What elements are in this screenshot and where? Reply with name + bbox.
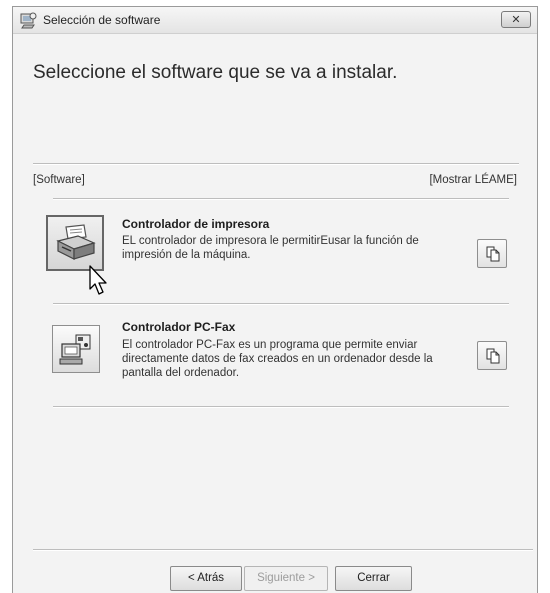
list-bottom-divider <box>53 406 509 408</box>
pc-fax-driver-description: El controlador PC-Fax es un programa que… <box>122 339 433 379</box>
page-heading: Seleccione el software que se va a insta… <box>33 62 398 83</box>
pc-fax-driver-title: Controlador PC-Fax <box>122 320 236 334</box>
readme-column-label: [Mostrar LÉAME] <box>429 174 517 186</box>
printer-driver-title: Controlador de impresora <box>122 217 270 231</box>
document-icon <box>486 246 500 262</box>
printer-driver-readme-button[interactable] <box>477 239 507 268</box>
close-icon: ✕ <box>511 13 521 26</box>
close-button[interactable]: Cerrar <box>335 566 412 591</box>
software-selection-dialog: Selección de software ✕ Seleccione el so… <box>12 6 538 593</box>
next-button[interactable]: Siguiente > <box>244 566 328 591</box>
back-button[interactable]: < Atrás <box>170 566 242 591</box>
printer-driver-description: EL controlador de impresora le permitirE… <box>122 235 419 261</box>
install-printer-driver-button[interactable] <box>46 215 104 271</box>
mouse-pointer-icon <box>89 265 107 295</box>
printer-icon <box>56 224 96 260</box>
footer-divider <box>33 549 533 551</box>
header-bottom-divider <box>53 198 509 200</box>
window-title: Selección de software <box>43 13 161 27</box>
close-window-button[interactable]: ✕ <box>501 11 531 28</box>
header-top-divider <box>33 163 519 165</box>
pc-fax-driver-readme-button[interactable] <box>477 341 507 370</box>
install-pc-fax-driver-button[interactable] <box>52 325 100 373</box>
setup-icon <box>20 12 37 29</box>
item-divider <box>53 303 509 305</box>
title-bar[interactable]: Selección de software ✕ <box>13 7 537 34</box>
pc-fax-icon <box>59 334 91 365</box>
document-icon <box>486 348 500 364</box>
software-column-label: [Software] <box>33 174 85 186</box>
